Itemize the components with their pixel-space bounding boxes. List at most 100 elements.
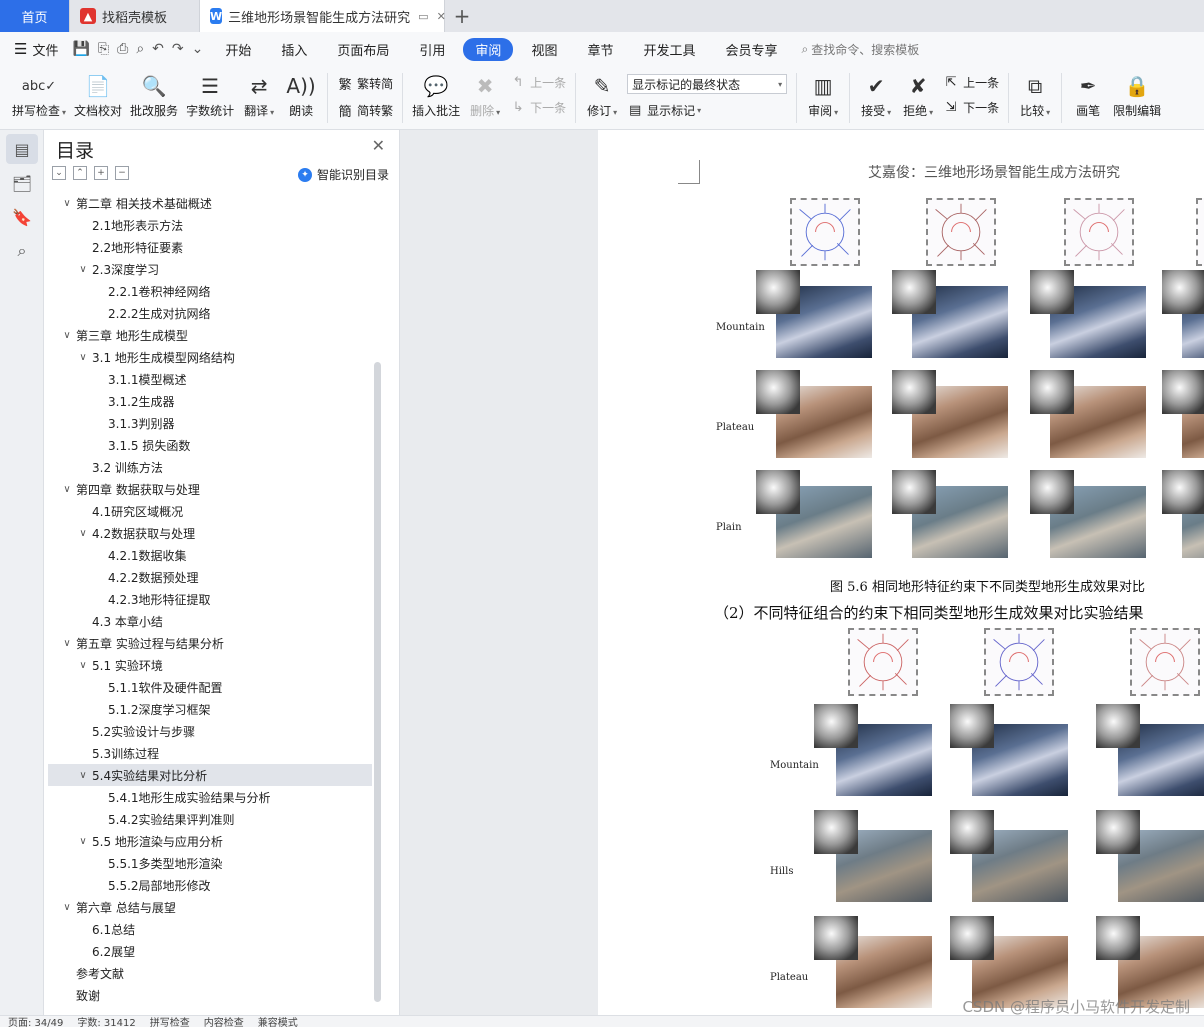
toc-item[interactable]: 3.1.3判别器 — [48, 412, 372, 434]
chevron-down-icon[interactable]: ∨ — [76, 264, 90, 275]
print-icon[interactable]: ⎙ — [117, 41, 128, 57]
chevron-down-icon[interactable]: ∨ — [60, 902, 74, 913]
tab-document[interactable]: W 三维地形场景智能生成方法研究 ▭ ✕ — [200, 0, 446, 32]
read-aloud-button[interactable]: A)) 朗读 — [280, 66, 322, 119]
toc-item[interactable]: 致谢 — [48, 984, 372, 1006]
content-check-status[interactable]: 内容检查 — [204, 1016, 244, 1027]
toc-item[interactable]: 5.3训练过程 — [48, 742, 372, 764]
new-tab-button[interactable]: + — [445, 0, 479, 32]
toc-item[interactable]: 3.2 训练方法 — [48, 456, 372, 478]
chevron-down-icon[interactable]: ∨ — [76, 836, 90, 847]
menu-tab[interactable]: 视图 — [519, 38, 569, 61]
chevron-down-icon[interactable]: ∨ — [76, 352, 90, 363]
toc-item[interactable]: 参考文献 — [48, 962, 372, 984]
toc-item[interactable]: 4.1研究区域概况 — [48, 500, 372, 522]
prev-revision-button[interactable]: ⇱ 上一条 — [943, 74, 999, 91]
menu-tab[interactable]: 开发工具 — [631, 38, 707, 61]
close-icon[interactable]: ✕ — [372, 136, 385, 155]
chevron-down-icon[interactable]: ∨ — [76, 660, 90, 671]
smart-toc-button[interactable]: ✦ 智能识别目录 — [297, 166, 389, 183]
chevron-down-icon[interactable]: ∨ — [60, 330, 74, 341]
trad-to-simp-button[interactable]: 繁繁转简 — [337, 74, 394, 93]
chevron-down-icon[interactable]: ∨ — [76, 528, 90, 539]
delete-comment-button[interactable]: ✖ 删除 ▾ — [464, 66, 506, 119]
bookmark-icon[interactable]: 🔖 — [6, 202, 38, 232]
menu-tab[interactable]: 章节 — [575, 38, 625, 61]
word-count[interactable]: 字数: 31412 — [77, 1016, 135, 1027]
toc-item[interactable]: 4.2.3地形特征提取 — [48, 588, 372, 610]
menu-tab[interactable]: 页面布局 — [325, 38, 401, 61]
spell-check-status[interactable]: 拼写检查 — [150, 1016, 190, 1027]
toc-item[interactable]: 5.2实验设计与步骤 — [48, 720, 372, 742]
pen-button[interactable]: ✒ 画笔 — [1067, 66, 1109, 119]
reject-button[interactable]: ✘ 拒绝 ▾ — [897, 66, 939, 119]
toc-item[interactable]: ∨ 第四章 数据获取与处理 — [48, 478, 372, 500]
tab-template-store[interactable]: ▲ 找稻壳模板 — [70, 0, 200, 32]
chevron-down-icon[interactable]: ∨ — [60, 638, 74, 649]
correction-service-button[interactable]: 🔍 批改服务 — [126, 66, 182, 119]
toc-item[interactable]: ∨ 3.1 地形生成模型网络结构 — [48, 346, 372, 368]
command-search[interactable]: ⌕ 查找命令、搜索模板 — [802, 41, 920, 58]
page-indicator[interactable]: 页面: 34/49 — [8, 1016, 63, 1027]
toc-item[interactable]: 5.4.1地形生成实验结果与分析 — [48, 786, 372, 808]
print-preview-icon[interactable]: ⌕ — [136, 41, 144, 57]
toc-item[interactable]: 3.1.5 损失函数 — [48, 434, 372, 456]
word-count-button[interactable]: ☰ 字数统计 — [182, 66, 238, 119]
next-comment-button[interactable]: ↳ 下一条 — [510, 99, 566, 116]
toc-item[interactable]: ∨ 第三章 地形生成模型 — [48, 324, 372, 346]
toc-item[interactable]: 3.1.2生成器 — [48, 390, 372, 412]
chapter-icon[interactable]: 🗂 — [6, 168, 38, 198]
minus-icon[interactable]: − — [115, 166, 129, 180]
toc-icon[interactable]: ▤ — [6, 134, 38, 164]
toc-item[interactable]: 6.1总结 — [48, 918, 372, 940]
toc-item[interactable]: 2.2.2生成对抗网络 — [48, 302, 372, 324]
toc-item[interactable]: 3.1.1模型概述 — [48, 368, 372, 390]
toc-item[interactable]: ∨ 5.1 实验环境 — [48, 654, 372, 676]
undo-icon[interactable]: ↶ — [152, 41, 164, 57]
next-revision-button[interactable]: ⇲ 下一条 — [943, 99, 999, 116]
prev-comment-button[interactable]: ↰ 上一条 — [510, 74, 566, 91]
restrict-editing-button[interactable]: 🔒 限制编辑 — [1109, 66, 1165, 119]
chevron-down-icon[interactable]: ∨ — [60, 484, 74, 495]
save-icon[interactable]: 💾 — [72, 41, 89, 57]
markup-state-select[interactable]: 显示标记的最终状态 ▾ — [627, 74, 788, 94]
toc-item[interactable]: ∨ 5.4实验结果对比分析 — [48, 764, 372, 786]
toc-item[interactable]: 2.2.1卷积神经网络 — [48, 280, 372, 302]
review-pane-button[interactable]: ▥ 审阅 ▾ — [802, 66, 844, 119]
collapse-icon[interactable]: ⌃ — [73, 166, 87, 180]
insert-comment-button[interactable]: 💬 插入批注 — [408, 66, 464, 119]
simp-to-trad-button[interactable]: 簡简转繁 — [337, 101, 394, 120]
redo-icon[interactable]: ↷ — [172, 41, 184, 57]
toc-item[interactable]: ∨ 2.3深度学习 — [48, 258, 372, 280]
toc-item[interactable]: ∨ 第六章 总结与展望 — [48, 896, 372, 918]
toc-item[interactable]: 2.2地形特征要素 — [48, 236, 372, 258]
file-menu[interactable]: ☰ 文件 — [14, 40, 58, 59]
toc-item[interactable]: ∨ 第二章 相关技术基础概述 — [48, 192, 372, 214]
toc-item[interactable]: 5.5.1多类型地形渲染 — [48, 852, 372, 874]
menu-tab[interactable]: 会员专享 — [713, 38, 789, 61]
toc-item[interactable]: ∨ 5.5 地形渲染与应用分析 — [48, 830, 372, 852]
toc-item[interactable]: 5.5.2局部地形修改 — [48, 874, 372, 896]
search-icon[interactable]: ⌕ — [6, 236, 38, 266]
track-changes-button[interactable]: ✎ 修订 ▾ — [581, 66, 623, 119]
toc-item[interactable]: 2.1地形表示方法 — [48, 214, 372, 236]
document-proofread-button[interactable]: 📄 文档校对 — [70, 66, 126, 119]
chevron-down-icon[interactable]: ∨ — [60, 198, 74, 209]
menu-tab[interactable]: 开始 — [213, 38, 263, 61]
chevron-down-icon[interactable]: ⌄ — [192, 41, 204, 57]
tab-home[interactable]: 首页 — [0, 0, 70, 32]
toc-item[interactable]: ∨ 第五章 实验过程与结果分析 — [48, 632, 372, 654]
accept-button[interactable]: ✔ 接受 ▾ — [855, 66, 897, 119]
compare-button[interactable]: ⧉ 比较 ▾ — [1014, 66, 1056, 119]
toc-item[interactable]: 5.1.1软件及硬件配置 — [48, 676, 372, 698]
spell-check-button[interactable]: abc✓ 拼写检查 ▾ — [8, 66, 70, 119]
show-markup-button[interactable]: ▤ 显示标记 ▾ — [627, 102, 787, 119]
toc-item[interactable]: 5.4.2实验结果评判准则 — [48, 808, 372, 830]
chevron-down-icon[interactable]: ∨ — [76, 770, 90, 781]
toc-item[interactable]: 4.2.1数据收集 — [48, 544, 372, 566]
toc-item[interactable]: 4.2.2数据预处理 — [48, 566, 372, 588]
toc-item[interactable]: 6.2展望 — [48, 940, 372, 962]
translate-button[interactable]: ⇄ 翻译 ▾ — [238, 66, 280, 119]
menu-tab[interactable]: 引用 — [407, 38, 457, 61]
monitor-icon[interactable]: ▭ — [418, 10, 428, 23]
